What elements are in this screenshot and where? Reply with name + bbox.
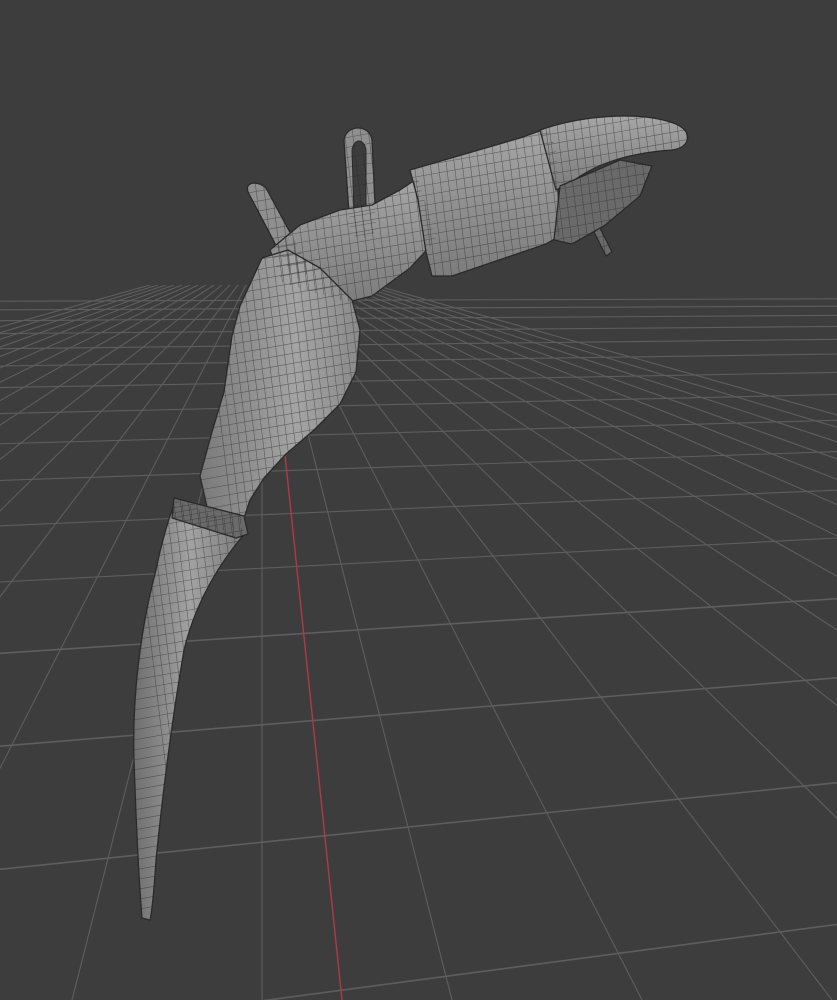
grid-line — [0, 284, 247, 770]
grid-line — [0, 314, 837, 322]
grid-line — [0, 284, 231, 512]
grid-line — [0, 393, 837, 415]
forearm-body[interactable] — [199, 249, 361, 531]
grid-line — [349, 284, 837, 460]
grid-line — [0, 284, 159, 334]
grid-line — [285, 284, 833, 1000]
grid-line — [341, 284, 837, 481]
grid-line — [0, 450, 837, 482]
grid-line — [0, 284, 223, 461]
grid-line — [0, 677, 837, 747]
grid-line — [333, 284, 837, 506]
viewport-canvas[interactable] — [0, 0, 837, 1000]
grid-line — [0, 284, 151, 328]
floor-grid — [0, 0, 837, 1000]
grid-line — [0, 781, 837, 871]
grid-line — [373, 284, 837, 416]
grid-line — [0, 338, 837, 350]
3d-viewport[interactable] — [0, 0, 837, 1000]
grid-line — [0, 284, 239, 598]
grid-line — [365, 284, 837, 428]
grid-line — [261, 923, 837, 1000]
grid-line — [357, 284, 837, 443]
grid-line — [317, 284, 837, 577]
x-axis-line — [284, 454, 343, 1000]
